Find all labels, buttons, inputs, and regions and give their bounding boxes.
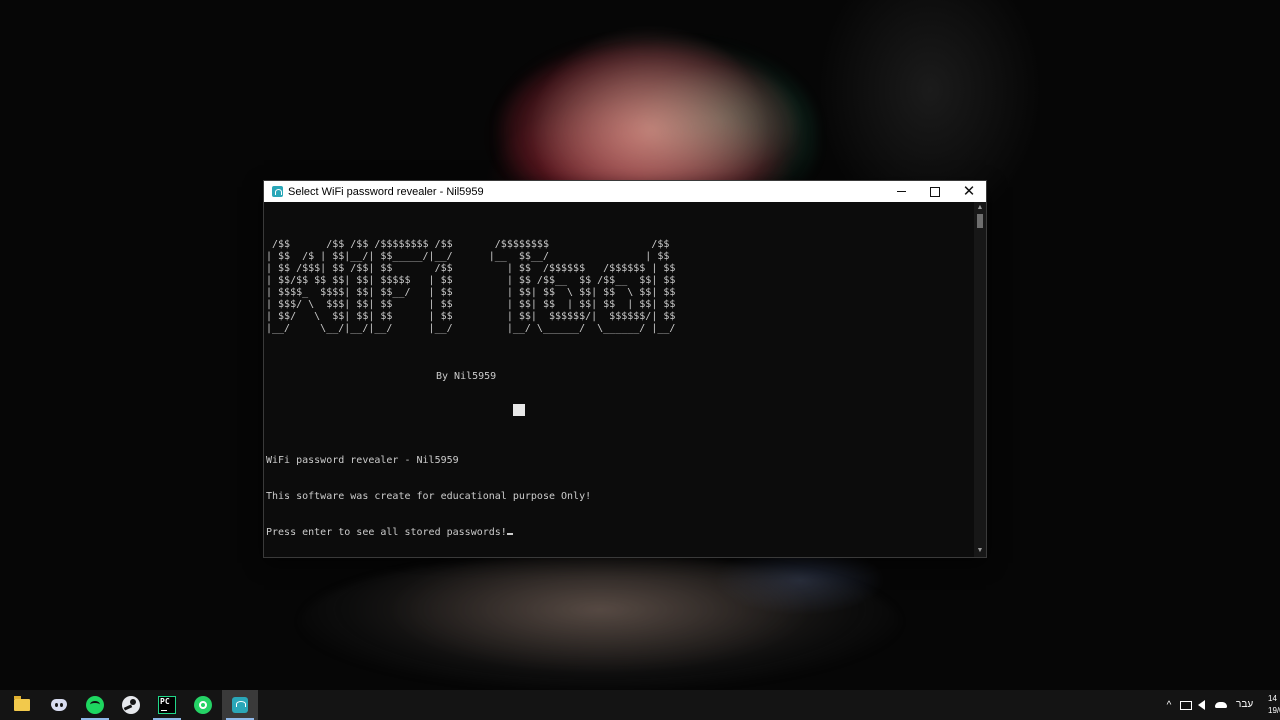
wifi-app-icon [272, 186, 283, 197]
whatsapp-icon [194, 696, 212, 714]
onedrive-cloud-icon[interactable] [1215, 690, 1231, 720]
taskbar-wifi-revealer[interactable] [222, 690, 258, 720]
window-title: Select WiFi password revealer - Nil5959 [288, 185, 484, 198]
taskbar-whatsapp[interactable] [185, 690, 221, 720]
ascii-art-banner: /$$ /$$ /$$ /$$$$$$$$ /$$ /$$$$$$$$ /$$ … [266, 239, 676, 334]
scroll-thumb[interactable] [977, 214, 983, 228]
show-hidden-icons-chevron-icon[interactable]: ^ [1163, 690, 1175, 720]
taskbar-discord[interactable] [41, 690, 77, 720]
taskbar-spotify[interactable] [77, 690, 113, 720]
title-bar[interactable]: Select WiFi password revealer - Nil5959 … [264, 181, 986, 202]
vertical-scrollbar[interactable]: ▲ ▼ [974, 202, 986, 557]
text-cursor [506, 533, 513, 535]
author-line: By Nil5959 [436, 371, 497, 382]
window-controls: ✕ [884, 181, 986, 202]
minimize-icon [896, 191, 906, 192]
wifi-revealer-app-icon [232, 697, 248, 713]
taskbar-pycharm[interactable]: PC [149, 690, 185, 720]
clock-date: 19/0 [1268, 706, 1280, 715]
taskbar-steam[interactable] [113, 690, 149, 720]
close-icon: ✕ [962, 183, 976, 200]
console-output-area[interactable]: /$$ /$$ /$$ /$$$$$$$$ /$$ /$$$$$$$$ /$$ … [264, 202, 974, 557]
desktop-wallpaper: Select WiFi password revealer - Nil5959 … [0, 0, 1280, 690]
clock-time: 14 [1268, 694, 1277, 703]
console-line-2: This software was create for educational… [266, 491, 592, 502]
discord-icon [51, 699, 67, 711]
maximize-button[interactable] [918, 181, 952, 202]
volume-icon[interactable] [1198, 690, 1212, 720]
close-button[interactable]: ✕ [952, 181, 986, 202]
pycharm-icon: PC [158, 696, 176, 714]
mouse-cursor [513, 404, 525, 416]
file-explorer-icon [14, 696, 30, 711]
taskbar: PC ^ עבר 14 19/0 [0, 690, 1280, 720]
input-language-indicator[interactable]: עבר [1236, 690, 1253, 720]
system-clock[interactable]: 14 19/0 [1268, 693, 1280, 717]
wallpaper-smoke [300, 555, 900, 690]
maximize-icon [930, 186, 940, 197]
minimize-button[interactable] [884, 181, 918, 202]
taskbar-file-explorer[interactable] [4, 690, 40, 720]
network-icon[interactable] [1180, 690, 1194, 720]
console-window[interactable]: Select WiFi password revealer - Nil5959 … [264, 181, 986, 557]
scroll-up-arrow-icon[interactable]: ▲ [974, 202, 986, 214]
console-prompt-text: Press enter to see all stored passwords! [266, 527, 507, 538]
steam-icon [122, 696, 140, 714]
console-line-1: WiFi password revealer - Nil5959 [266, 455, 459, 466]
scroll-down-arrow-icon[interactable]: ▼ [974, 545, 986, 557]
console-text: /$$ /$$ /$$ /$$$$$$$$ /$$ /$$$$$$$$ /$$ … [266, 215, 675, 557]
console-line-3: Press enter to see all stored passwords! [266, 527, 675, 539]
spotify-icon [86, 696, 104, 714]
